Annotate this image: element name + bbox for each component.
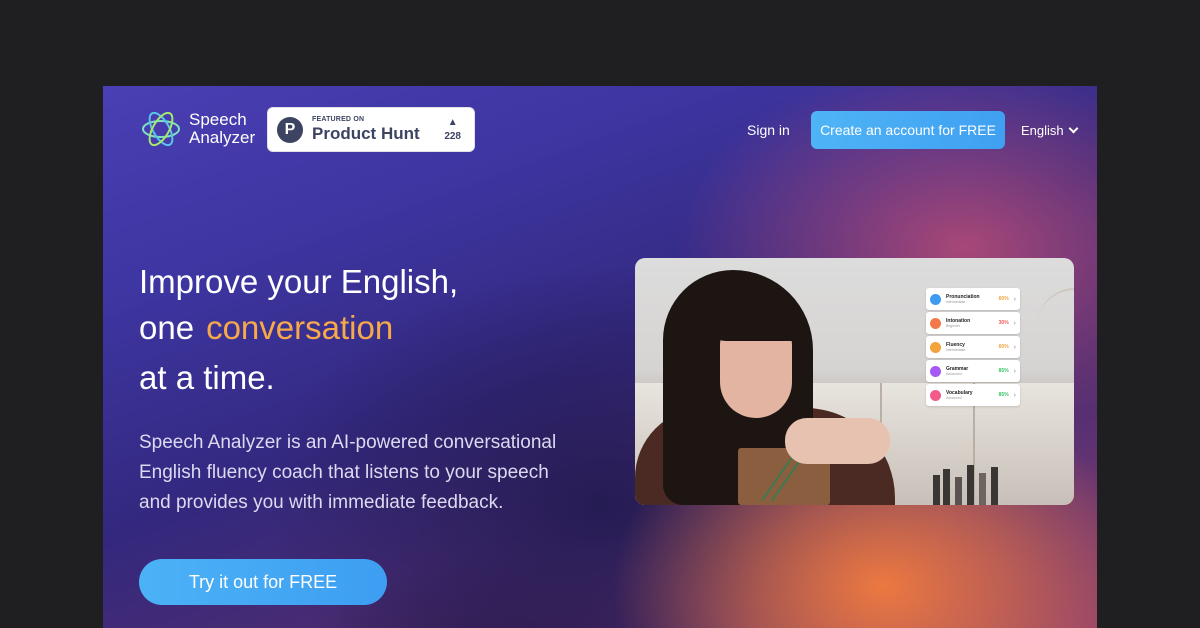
skill-level: Beginner: [946, 323, 961, 328]
book: [943, 469, 950, 505]
skill-icon: [930, 365, 941, 377]
skill-level: Intermediate: [946, 347, 966, 352]
logo-text: Speech Analyzer: [189, 111, 255, 147]
hero-photo: Pronunciation Intermediate 60% › Intonation B…: [635, 258, 1074, 505]
language-selector[interactable]: English: [1021, 123, 1079, 138]
hero-description: Speech Analyzer is an AI-powered convers…: [139, 432, 557, 513]
vote-count: 228: [444, 130, 461, 142]
feedback-row: Fluency Intermediate 60% ›: [926, 336, 1020, 358]
skill-level: Advanced: [946, 371, 962, 376]
triangle-up-icon: ▲: [447, 116, 458, 128]
chevron-right-icon: ›: [1013, 295, 1016, 303]
product-hunt-icon: P: [277, 116, 303, 143]
feedback-panel: Pronunciation Intermediate 60% › Intonation B…: [926, 288, 1020, 408]
skill-icon: [930, 317, 941, 329]
headline-line2: one conversation: [139, 309, 393, 347]
feedback-row: Intonation Beginner 30% ›: [926, 312, 1020, 334]
skill-icon: [930, 293, 941, 305]
headline-accent: conversation: [206, 309, 394, 346]
chevron-right-icon: ›: [1013, 319, 1016, 327]
atom-star-icon: [142, 111, 180, 147]
logo[interactable]: Speech Analyzer: [139, 107, 255, 151]
chevron-right-icon: ›: [1013, 391, 1016, 399]
try-free-button[interactable]: Try it out for FREE: [139, 559, 387, 605]
sign-in-link[interactable]: Sign in: [747, 122, 790, 138]
person-hair-front: [705, 286, 800, 341]
book: [967, 465, 974, 505]
person-hands: [785, 418, 890, 464]
skill-icon: [930, 341, 941, 353]
book: [933, 475, 940, 505]
feedback-row: Vocabulary Advanced 85% ›: [926, 384, 1020, 406]
lamp: [1037, 288, 1074, 326]
featured-on-label: FEATURED ON: [312, 115, 365, 123]
landing-page-frame: Speech Analyzer P FEATURED ON Product Hu…: [103, 86, 1097, 628]
skill-percent: 60%: [998, 344, 1009, 350]
skill-percent: 85%: [998, 368, 1009, 374]
book: [955, 477, 962, 505]
book: [991, 467, 998, 505]
logo-text-line2: Analyzer: [189, 128, 256, 147]
product-hunt-badge[interactable]: P FEATURED ON Product Hunt ▲ 228: [267, 107, 475, 152]
books: [933, 463, 1023, 505]
headline-line1: Improve your English,: [139, 263, 459, 300]
skill-level: Advanced: [946, 395, 962, 400]
logo-text-line1: Speech: [189, 110, 247, 129]
skill-percent: 60%: [998, 296, 1009, 302]
product-hunt-name: Product Hunt: [312, 123, 420, 143]
chevron-down-icon: [1068, 123, 1079, 134]
chevron-right-icon: ›: [1013, 343, 1016, 351]
skill-percent: 30%: [998, 320, 1009, 326]
skill-percent: 85%: [998, 392, 1009, 398]
chevron-right-icon: ›: [1013, 367, 1016, 375]
create-account-button[interactable]: Create an account for FREE: [811, 111, 1005, 149]
upvote-count: ▲ 228: [444, 116, 461, 142]
skill-icon: [930, 389, 941, 401]
feedback-row: Pronunciation Intermediate 60% ›: [926, 288, 1020, 310]
language-label: English: [1021, 123, 1064, 138]
skill-level: Intermediate: [946, 299, 966, 304]
feedback-row: Grammar Advanced 85% ›: [926, 360, 1020, 382]
headline-line2-prefix: one: [139, 309, 195, 346]
book: [979, 473, 986, 505]
headline-line3: at a time.: [139, 359, 275, 396]
